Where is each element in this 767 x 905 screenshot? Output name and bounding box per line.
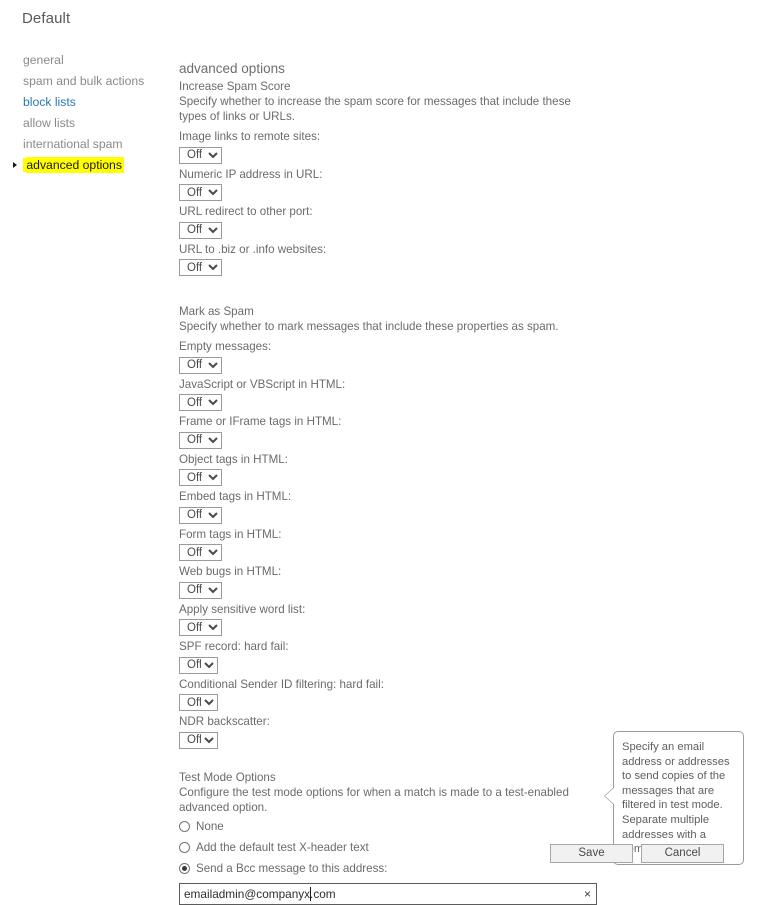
field-label: Form tags in HTML: xyxy=(179,527,282,541)
sidebar-item-label: general xyxy=(23,53,64,67)
group-mark-as-spam: Mark as Spam Specify whether to mark mes… xyxy=(179,304,609,751)
sidebar-item-label: international spam xyxy=(23,137,123,151)
field-label: SPF record: hard fail: xyxy=(179,640,289,653)
field-object-tags-in-html: Object tags in HTML: OffOnTest xyxy=(179,452,609,489)
dropdown-numeric-ip-address-in-url[interactable]: OffOnTest xyxy=(179,184,222,201)
field-label: Apply sensitive word list: xyxy=(179,602,306,616)
dropdown-javascript-or-vbscript-in-html[interactable]: OffOnTest xyxy=(179,394,222,411)
sidebar-item-label: block lists xyxy=(23,95,76,109)
bcc-address-input[interactable] xyxy=(179,882,597,905)
footer-button-row: Save Cancel xyxy=(550,844,724,863)
field-frame-or-iframe-tags-in-html: Frame or IFrame tags in HTML: OffOnTest xyxy=(179,414,609,451)
field-apply-sensitive-word-list: Apply sensitive word list: OffOnTest xyxy=(179,602,609,639)
radio-label: Send a Bcc message to this address: xyxy=(196,861,388,875)
dropdown-empty-messages[interactable]: OffOnTest xyxy=(179,356,222,374)
group-heading: Increase Spam Score xyxy=(179,80,291,93)
dropdown-frame-or-iframe-tags-in-html[interactable]: OffOnTest xyxy=(179,431,222,449)
field-label: Image links to remote sites: xyxy=(179,130,321,143)
field-form-tags-in-html: Form tags in HTML: OffOnTest xyxy=(179,527,609,564)
field-spf-record-hard-fail: SPF record: hard fail: OffOnTest xyxy=(179,639,609,676)
text-caret xyxy=(310,886,311,901)
dropdown-web-bugs-in-html[interactable]: OffOnTest xyxy=(179,581,222,599)
group-increase-spam-score: Increase Spam Score Specify whether to i… xyxy=(179,79,609,278)
field-label: Object tags in HTML: xyxy=(179,452,288,466)
radio-icon xyxy=(179,820,190,832)
field-label: Embed tags in HTML: xyxy=(179,490,292,503)
page-title: Default xyxy=(22,10,71,27)
bcc-address-field-wrap: × xyxy=(179,882,597,905)
main-content: advanced options Increase Spam Score Spe… xyxy=(179,61,609,905)
field-label: JavaScript or VBScript in HTML: xyxy=(179,377,346,391)
field-javascript-or-vbscript-in-html: JavaScript or VBScript in HTML: OffOnTes… xyxy=(179,377,609,414)
field-label: Numeric IP address in URL: xyxy=(179,167,323,181)
radio-option-none[interactable]: None xyxy=(179,820,609,833)
field-ndr-backscatter: NDR backscatter: OffOnTest xyxy=(179,714,609,751)
field-conditional-sender-id-filtering-hard-fail: Conditional Sender ID filtering: hard fa… xyxy=(179,677,609,714)
dropdown-spf-record-hard-fail[interactable]: OffOnTest xyxy=(179,656,218,674)
field-label: Conditional Sender ID filtering: hard fa… xyxy=(179,677,384,691)
field-label: URL redirect to other port: xyxy=(179,205,313,218)
tooltip-arrow-inner-icon xyxy=(605,787,615,805)
group-heading: Test Mode Options xyxy=(179,770,276,784)
sidebar-item-advanced-options[interactable]: advanced options xyxy=(0,155,170,176)
radio-label: None xyxy=(196,819,224,833)
dropdown-object-tags-in-html[interactable]: OffOnTest xyxy=(179,469,222,486)
field-label: URL to .biz or .info websites: xyxy=(179,242,327,256)
radio-option-add-default-test-x-header-text[interactable]: Add the default test X-header text xyxy=(179,841,609,854)
tooltip-text: Specify an email address or addresses to… xyxy=(622,741,730,855)
sidebar-nav: general spam and bulk actions block list… xyxy=(0,50,170,176)
save-button[interactable]: Save xyxy=(550,844,633,863)
field-label: Web bugs in HTML: xyxy=(179,565,282,578)
group-description: Specify whether to increase the spam sco… xyxy=(179,95,571,123)
dropdown-conditional-sender-id-filtering-hard-fail[interactable]: OffOnTest xyxy=(179,694,218,711)
group-heading: Mark as Spam xyxy=(179,305,254,318)
group-test-mode-options: Test Mode Options Configure the test mod… xyxy=(179,770,609,905)
radio-icon xyxy=(179,841,190,853)
field-embed-tags-in-html: Embed tags in HTML: OffOnTest xyxy=(179,489,609,526)
triangle-right-icon xyxy=(13,162,17,168)
field-web-bugs-in-html: Web bugs in HTML: OffOnTest xyxy=(179,564,609,601)
group-description: Configure the test mode options for when… xyxy=(179,785,569,814)
field-numeric-ip-address-in-url: Numeric IP address in URL: OffOnTest xyxy=(179,167,609,204)
field-empty-messages: Empty messages: OffOnTest xyxy=(179,339,609,376)
dropdown-image-links-to-remote-sites[interactable]: OffOnTest xyxy=(179,146,222,164)
cancel-button[interactable]: Cancel xyxy=(641,844,724,863)
dropdown-embed-tags-in-html[interactable]: OffOnTest xyxy=(179,506,222,524)
sidebar-item-block-lists[interactable]: block lists xyxy=(0,92,170,113)
field-label: NDR backscatter: xyxy=(179,715,270,728)
sidebar-item-allow-lists[interactable]: allow lists xyxy=(0,113,170,134)
dropdown-url-to-biz-or-info-websites[interactable]: OffOnTest xyxy=(179,259,222,276)
dropdown-form-tags-in-html[interactable]: OffOnTest xyxy=(179,544,222,561)
field-label: Empty messages: xyxy=(179,340,272,353)
dropdown-url-redirect-to-other-port[interactable]: OffOnTest xyxy=(179,221,222,239)
group-description: Specify whether to mark messages that in… xyxy=(179,320,559,333)
radio-label: Add the default test X-header text xyxy=(196,840,369,854)
sidebar-item-general[interactable]: general xyxy=(0,50,170,71)
radio-option-send-bcc-message[interactable]: Send a Bcc message to this address: xyxy=(179,862,609,875)
field-label: Frame or IFrame tags in HTML: xyxy=(179,415,342,428)
dropdown-ndr-backscatter[interactable]: OffOnTest xyxy=(179,731,218,749)
sidebar-item-label: advanced options xyxy=(26,157,124,173)
field-image-links-to-remote-sites: Image links to remote sites: OffOnTest xyxy=(179,129,609,166)
sidebar-item-label: allow lists xyxy=(23,116,76,130)
clear-icon[interactable]: × xyxy=(584,886,591,902)
sidebar-item-label: spam and bulk actions xyxy=(23,74,145,88)
sidebar-item-international-spam[interactable]: international spam xyxy=(0,134,170,155)
dropdown-apply-sensitive-word-list[interactable]: OffOnTest xyxy=(179,619,222,636)
field-url-to-biz-or-info-websites: URL to .biz or .info websites: OffOnTest xyxy=(179,242,609,279)
field-url-redirect-to-other-port: URL redirect to other port: OffOnTest xyxy=(179,204,609,241)
section-title: advanced options xyxy=(179,61,285,76)
radio-icon-selected xyxy=(179,862,190,874)
sidebar-item-spam-and-bulk-actions[interactable]: spam and bulk actions xyxy=(0,71,170,92)
